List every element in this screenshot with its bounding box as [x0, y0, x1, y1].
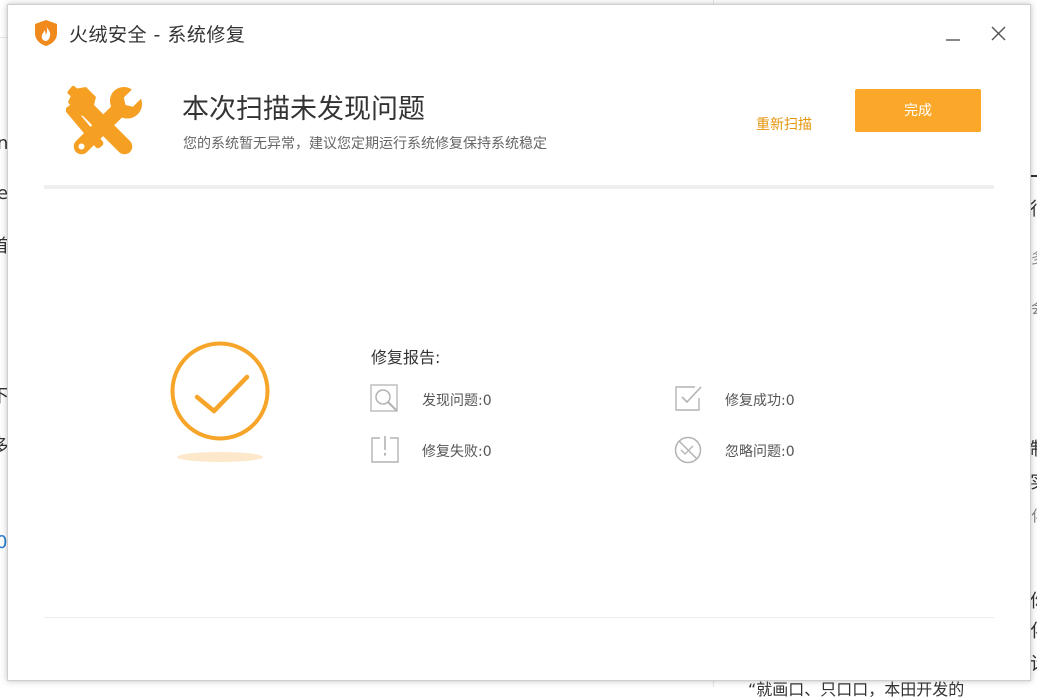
- ignore-icon: [674, 436, 702, 464]
- background-divider: [1031, 175, 1037, 177]
- background-text-fragment: 你: [1030, 587, 1037, 613]
- background-divider: [713, 681, 714, 687]
- stat-label: 修复成功:0: [725, 393, 795, 409]
- repair-tools-icon: [66, 85, 142, 155]
- warning-box-icon: [371, 436, 399, 463]
- window-title: 火绒安全 - 系统修复: [69, 24, 246, 46]
- repair-report-title: 修复报告:: [371, 348, 441, 367]
- background-text-fragment: 化: [1031, 505, 1037, 526]
- check-box-icon: [675, 386, 702, 411]
- background-text-fragment: 多: [1031, 247, 1037, 268]
- close-icon[interactable]: [984, 19, 1012, 47]
- scan-result-description: 您的系统暂无异常，建议您定期运行系统修复保持系统稳定: [183, 136, 547, 152]
- background-text-fragment: 实: [1030, 468, 1037, 494]
- stat-label: 忽略问题:0: [725, 444, 795, 460]
- success-check-circle-icon: [170, 341, 270, 462]
- search-icon: [370, 384, 398, 412]
- background-text-fragment: 制: [1030, 435, 1037, 461]
- background-text-fragment: 会: [1031, 297, 1037, 318]
- title-bar[interactable]: 火绒安全 - 系统修复: [8, 5, 1030, 57]
- background-text-fragment: 计: [1030, 650, 1037, 676]
- background-text-fragment: 化: [1030, 617, 1037, 643]
- huorong-shield-logo-icon: [35, 20, 57, 46]
- stat-label: 发现问题:0: [422, 393, 492, 409]
- scan-result-headline: 本次扫描未发现问题: [182, 94, 425, 125]
- rescan-link[interactable]: 重新扫描: [756, 114, 812, 134]
- background-text-fragment: 行: [1030, 195, 1037, 221]
- stat-label: 修复失败:0: [422, 444, 492, 460]
- minimize-icon[interactable]: [938, 19, 966, 47]
- done-button[interactable]: 完成: [855, 89, 981, 132]
- footer-divider: [44, 617, 994, 618]
- system-repair-dialog: 火绒安全 - 系统修复 本次扫描未发现问题 您的系统暂无异常，建议您定期运行系统…: [7, 4, 1031, 681]
- header-divider: [44, 185, 994, 189]
